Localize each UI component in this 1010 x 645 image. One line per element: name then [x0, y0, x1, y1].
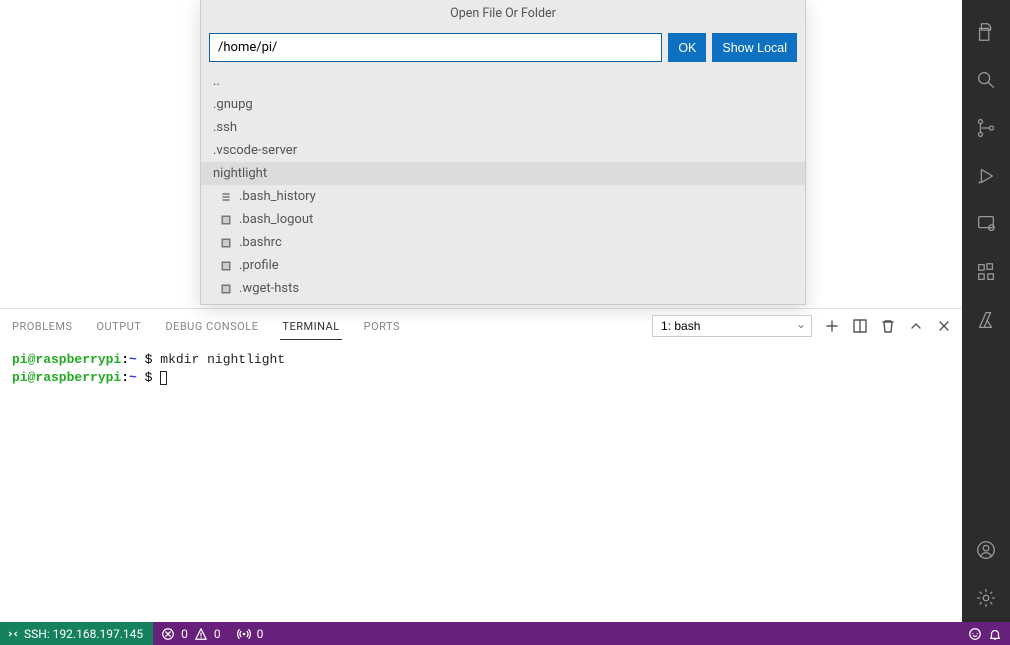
ports-count: 0 [257, 627, 264, 641]
kill-terminal-button[interactable] [880, 318, 896, 334]
path-input[interactable] [209, 33, 662, 62]
remote-host-status[interactable]: SSH: 192.168.197.145 [0, 622, 153, 645]
terminal-selector[interactable]: 1: bash [652, 315, 812, 337]
bell-icon[interactable] [988, 627, 1002, 641]
ok-button[interactable]: OK [668, 33, 706, 62]
folder-item[interactable]: .vscode-server [201, 139, 805, 162]
warning-icon [194, 627, 208, 641]
close-panel-button[interactable] [936, 318, 952, 334]
remote-host-label: SSH: 192.168.197.145 [24, 627, 143, 641]
terminal-line: pi@raspberrypi:~ $ [12, 369, 950, 387]
feedback-icon[interactable] [968, 627, 982, 641]
file-name: .wget-hsts [239, 281, 299, 296]
error-count: 0 [181, 627, 188, 641]
ports-status[interactable]: 0 [229, 627, 272, 641]
debug-icon[interactable] [962, 152, 1010, 200]
panel-tab-ports[interactable]: PORTS [362, 312, 402, 340]
account-icon[interactable] [962, 526, 1010, 574]
folder-item[interactable]: .. [201, 70, 805, 93]
activity-bar [962, 0, 1010, 622]
split-terminal-button[interactable] [852, 318, 868, 334]
broadcast-icon [237, 627, 251, 641]
show-local-button[interactable]: Show Local [712, 33, 797, 62]
dialog-title: Open File Or Folder [201, 0, 805, 27]
maximize-panel-button[interactable] [908, 318, 924, 334]
search-icon[interactable] [962, 56, 1010, 104]
status-bar: SSH: 192.168.197.145 0 0 0 [0, 622, 1010, 645]
remote-icon [6, 627, 20, 641]
file-icon [219, 190, 233, 204]
file-item[interactable]: .profile [201, 254, 805, 277]
panel-tab-output[interactable]: OUTPUT [94, 312, 143, 340]
panel-tab-terminal[interactable]: TERMINAL [280, 312, 341, 340]
file-item[interactable]: .wget-hsts [201, 277, 805, 300]
file-icon [219, 236, 233, 250]
bottom-panel: PROBLEMS OUTPUT DEBUG CONSOLE TERMINAL PORTS… [0, 308, 962, 622]
file-item[interactable]: .bash_history [201, 185, 805, 208]
files-icon[interactable] [962, 8, 1010, 56]
file-icon [219, 259, 233, 273]
folder-item[interactable]: .ssh [201, 116, 805, 139]
file-icon [219, 213, 233, 227]
file-name: .profile [239, 258, 279, 273]
panel-tab-debug-console[interactable]: DEBUG CONSOLE [163, 312, 260, 340]
open-file-dialog: Open File Or Folder OK Show Local ...gnu… [200, 0, 806, 305]
terminal-line: pi@raspberrypi:~ $ mkdir nightlight [12, 351, 950, 369]
file-icon [219, 282, 233, 296]
panel-tab-problems[interactable]: PROBLEMS [10, 312, 74, 340]
extensions-icon[interactable] [962, 248, 1010, 296]
file-name: .bash_history [239, 189, 316, 204]
warning-count: 0 [214, 627, 221, 641]
file-name: .bash_logout [239, 212, 313, 227]
azure-icon[interactable] [962, 296, 1010, 344]
error-icon [161, 627, 175, 641]
file-list: ...gnupg.ssh.vscode-servernightlight .bas… [201, 70, 805, 304]
new-terminal-button[interactable] [824, 318, 840, 334]
folder-item[interactable]: nightlight [201, 162, 805, 185]
terminal-body[interactable]: pi@raspberrypi:~ $ mkdir nightlightpi@ra… [0, 343, 962, 622]
file-name: .bashrc [239, 235, 282, 250]
file-item[interactable]: .bashrc [201, 231, 805, 254]
problems-status[interactable]: 0 0 [153, 627, 229, 641]
editor-area: Open File Or Folder OK Show Local ...gnu… [0, 0, 962, 308]
folder-item[interactable]: .gnupg [201, 93, 805, 116]
settings-gear-icon[interactable] [962, 574, 1010, 622]
source-control-icon[interactable] [962, 104, 1010, 152]
remote-explorer-icon[interactable] [962, 200, 1010, 248]
file-item[interactable]: .bash_logout [201, 208, 805, 231]
